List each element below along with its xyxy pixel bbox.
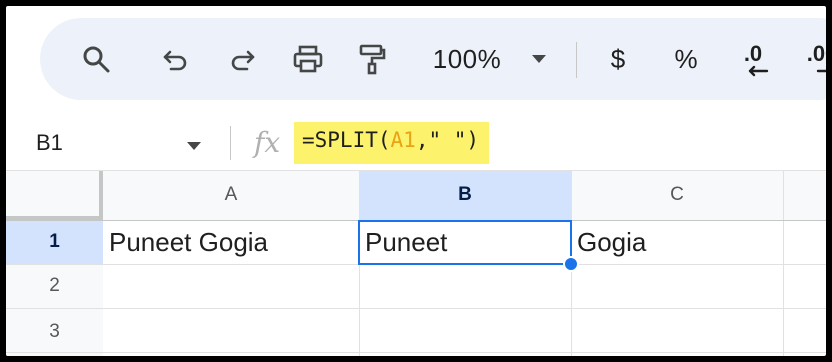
percent-symbol: % — [674, 43, 698, 74]
dropdown-caret-icon — [532, 55, 546, 63]
name-box[interactable]: B1 — [36, 130, 63, 156]
decrease-decimal-button[interactable]: .0 — [728, 18, 778, 100]
formula-cell-reference: A1 — [390, 128, 416, 152]
name-box-dropdown[interactable] — [186, 138, 202, 156]
cell-a2[interactable] — [103, 264, 359, 308]
spreadsheet-window: 100% $ % .0 .00 B1 — [6, 6, 826, 356]
sheet-grid: A B C 1 2 3 Puneet Gogia Puneet Gogia — [6, 170, 826, 356]
search-menus-button[interactable] — [74, 18, 118, 100]
select-all-corner[interactable] — [6, 170, 103, 220]
row-header-2[interactable]: 2 — [6, 264, 103, 308]
increase-decimal-button[interactable]: .00 — [792, 18, 826, 100]
cell-c3[interactable] — [571, 308, 783, 352]
formula-input[interactable]: =SPLIT(A1," ") — [294, 122, 490, 164]
cell-a1[interactable]: Puneet Gogia — [103, 220, 359, 264]
print-icon — [293, 45, 323, 73]
toolbar-divider — [576, 42, 577, 78]
grid-line — [6, 352, 826, 353]
column-header-a[interactable]: A — [103, 170, 359, 220]
currency-symbol: $ — [610, 43, 626, 74]
column-header-c[interactable]: C — [571, 170, 783, 220]
dropdown-caret-icon — [187, 142, 201, 150]
zoom-dropdown-button[interactable] — [524, 18, 554, 100]
increase-decimal-label: .00 — [806, 41, 826, 66]
cell-b2[interactable] — [359, 264, 571, 308]
cell-b3[interactable] — [359, 308, 571, 352]
cell-a3[interactable] — [103, 308, 359, 352]
undo-button[interactable] — [154, 18, 198, 100]
grid-line — [783, 170, 784, 356]
cell-selection-border — [358, 220, 572, 265]
paint-format-button[interactable] — [350, 18, 394, 100]
print-button[interactable] — [286, 18, 330, 100]
formula-bar: B1 fx =SPLIT(A1," ") — [6, 114, 826, 170]
currency-format-button[interactable]: $ — [598, 18, 638, 100]
column-header-b[interactable]: B — [359, 170, 571, 220]
formula-bar-divider — [230, 126, 231, 160]
zoom-value: 100% — [432, 43, 502, 74]
redo-icon — [231, 50, 255, 71]
undo-icon — [163, 50, 187, 71]
cell-c2[interactable] — [571, 264, 783, 308]
row-header-3[interactable]: 3 — [6, 308, 103, 356]
fill-handle[interactable] — [563, 256, 579, 272]
toolbar: 100% $ % .0 .00 — [40, 18, 826, 100]
row-header-1[interactable]: 1 — [6, 220, 103, 264]
fx-icon: fx — [254, 126, 281, 159]
percent-format-button[interactable]: % — [666, 18, 706, 100]
grid-line — [6, 170, 826, 171]
redo-button[interactable] — [220, 18, 264, 100]
column-header-d[interactable] — [783, 170, 826, 220]
decrease-decimal-label: .0 — [743, 41, 763, 66]
search-icon — [83, 46, 110, 73]
formula-prefix: =SPLIT( — [302, 128, 391, 152]
paint-format-icon — [359, 44, 386, 75]
cell-c1[interactable]: Gogia — [571, 220, 783, 264]
zoom-select[interactable]: 100% — [422, 18, 512, 100]
formula-suffix: ," ") — [415, 128, 480, 152]
